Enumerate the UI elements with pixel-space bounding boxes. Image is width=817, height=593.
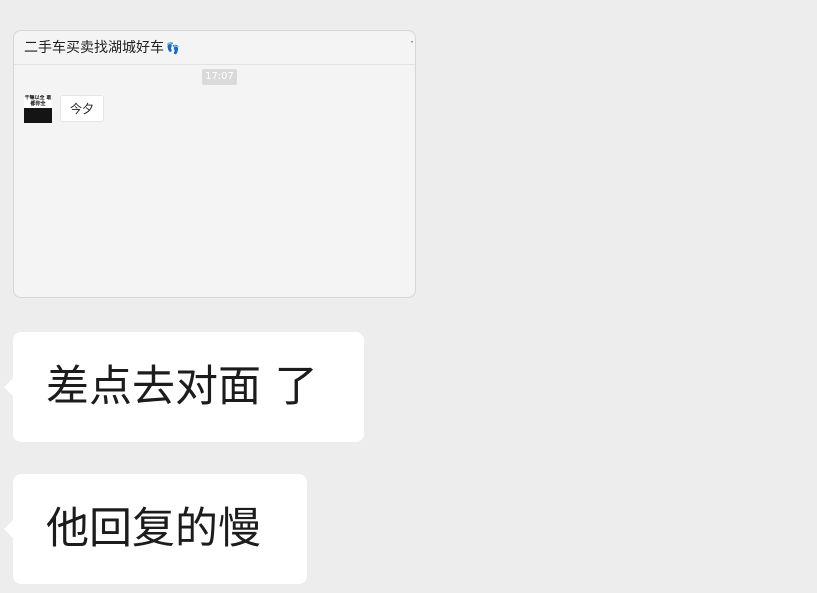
card-header: 二手车买卖找湖城好车 👣 · <box>14 31 415 65</box>
footprints-icon: 👣 <box>166 42 180 55</box>
avatar-text: 干嘛以全 敢都你全 <box>24 95 52 107</box>
chat-bubble[interactable]: 差点去对面 了 <box>4 332 364 442</box>
avatar-image <box>24 108 52 123</box>
message-timestamp: 17:07 <box>202 69 237 85</box>
corner-mark: · <box>410 35 414 49</box>
chat-bubble[interactable]: 他回复的慢 <box>4 474 307 584</box>
card-title: 二手车买卖找湖城好车 👣 <box>24 37 180 57</box>
forwarded-chat-card[interactable]: 二手车买卖找湖城好车 👣 · 17:07 干嘛以全 敢都你全 今夕 <box>13 30 416 298</box>
sender-avatar[interactable]: 干嘛以全 敢都你全 <box>24 95 52 123</box>
card-title-text: 二手车买卖找湖城好车 <box>24 40 164 56</box>
card-message-bubble[interactable]: 今夕 <box>60 95 105 122</box>
